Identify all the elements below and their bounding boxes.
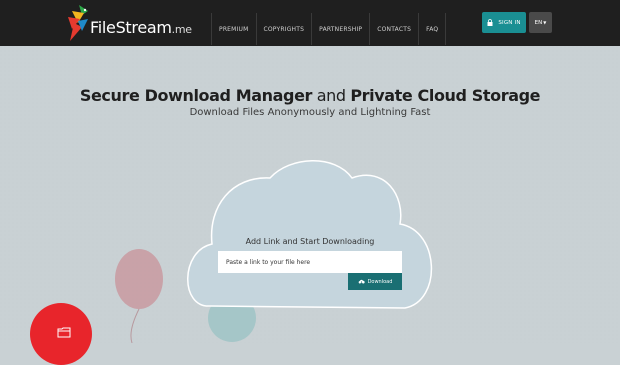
nav-item-partnership[interactable]: PARTNERSHIP [311,13,369,45]
nav-item-premium[interactable]: PREMIUM [211,13,256,45]
cloud-download-icon [358,279,365,284]
site-logo[interactable]: FileStream.me [66,3,196,43]
logo-wordmark: FileStream.me [90,18,192,37]
nav-item-contacts[interactable]: CONTACTS [369,13,418,45]
hero-title-part1: Secure Download Manager [79,86,313,105]
download-label: Download [367,278,393,285]
caret-down-icon: ▼ [543,20,547,25]
folder-icon [57,327,71,338]
language-selector[interactable]: EN ▼ [529,12,552,33]
logo-name: FileStream [90,18,172,37]
download-button[interactable]: Download [348,273,402,290]
cloud-heading: Add Link and Start Downloading [245,237,375,246]
hero-title-part2: Private Cloud Storage [350,86,541,105]
top-navbar: FileStream.me PREMIUM COPYRIGHTS PARTNER… [0,0,620,46]
hero-title: Secure Download Manager and Private Clou… [0,86,620,105]
nav-item-copyrights[interactable]: COPYRIGHTS [255,13,312,45]
link-input[interactable] [218,251,402,273]
nav-item-faq[interactable]: FAQ [418,13,447,45]
hero-subtitle: Download Files Anonymously and Lightning… [189,107,431,118]
hero-title-mid: and [316,86,346,105]
main-nav: PREMIUM COPYRIGHTS PARTNERSHIP CONTACTS … [211,13,447,45]
sign-in-button[interactable]: SIGN IN [482,12,526,33]
logo-tld: .me [171,23,192,36]
lock-icon [487,19,493,26]
sign-in-label: SIGN IN [498,19,521,26]
language-label: EN [534,19,543,26]
parrot-logo-icon [68,5,88,41]
